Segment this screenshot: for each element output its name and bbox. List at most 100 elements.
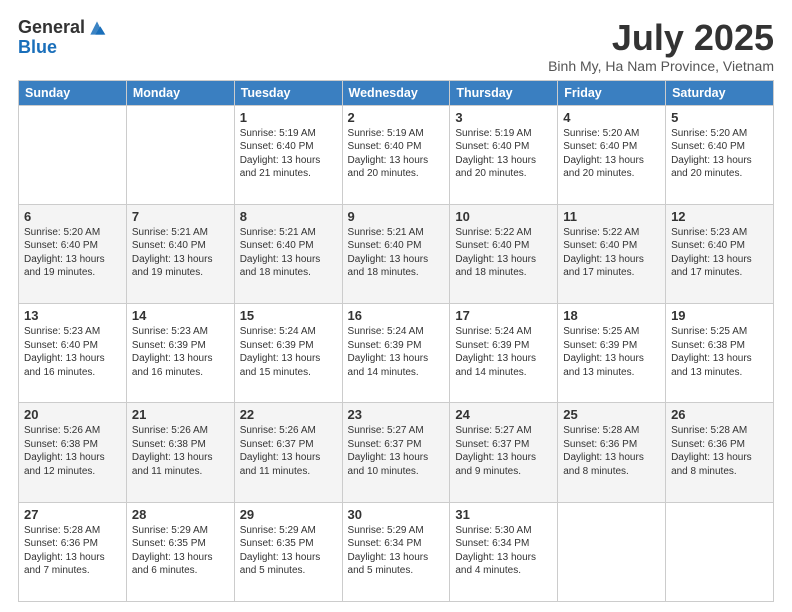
calendar-day-cell: 1 Sunrise: 5:19 AM Sunset: 6:40 PM Daylig… xyxy=(234,105,342,204)
weekday-header-cell: Thursday xyxy=(450,80,558,105)
day-number: 8 xyxy=(240,209,337,224)
day-number: 15 xyxy=(240,308,337,323)
day-info: Sunrise: 5:23 AM Sunset: 6:39 PM Dayligh… xyxy=(132,325,229,379)
day-number: 11 xyxy=(563,209,660,224)
day-number: 7 xyxy=(132,209,229,224)
day-info: Sunrise: 5:20 AM Sunset: 6:40 PM Dayligh… xyxy=(24,226,121,280)
day-info: Sunrise: 5:26 AM Sunset: 6:38 PM Dayligh… xyxy=(132,424,229,478)
weekday-header-cell: Sunday xyxy=(19,80,127,105)
calendar-day-cell xyxy=(19,105,127,204)
day-number: 24 xyxy=(455,407,552,422)
day-number: 10 xyxy=(455,209,552,224)
day-info: Sunrise: 5:29 AM Sunset: 6:35 PM Dayligh… xyxy=(132,524,229,578)
day-number: 9 xyxy=(348,209,445,224)
day-number: 20 xyxy=(24,407,121,422)
logo: General Blue xyxy=(18,18,107,58)
day-info: Sunrise: 5:27 AM Sunset: 6:37 PM Dayligh… xyxy=(348,424,445,478)
calendar-day-cell: 20 Sunrise: 5:26 AM Sunset: 6:38 PM Dayli… xyxy=(19,403,127,502)
calendar-day-cell: 13 Sunrise: 5:23 AM Sunset: 6:40 PM Dayli… xyxy=(19,304,127,403)
calendar-day-cell: 4 Sunrise: 5:20 AM Sunset: 6:40 PM Daylig… xyxy=(558,105,666,204)
calendar-day-cell: 9 Sunrise: 5:21 AM Sunset: 6:40 PM Daylig… xyxy=(342,204,450,303)
day-info: Sunrise: 5:26 AM Sunset: 6:38 PM Dayligh… xyxy=(24,424,121,478)
calendar-day-cell: 30 Sunrise: 5:29 AM Sunset: 6:34 PM Dayli… xyxy=(342,502,450,601)
day-info: Sunrise: 5:19 AM Sunset: 6:40 PM Dayligh… xyxy=(240,127,337,181)
calendar-week-row: 1 Sunrise: 5:19 AM Sunset: 6:40 PM Daylig… xyxy=(19,105,774,204)
day-info: Sunrise: 5:25 AM Sunset: 6:38 PM Dayligh… xyxy=(671,325,768,379)
calendar-day-cell: 7 Sunrise: 5:21 AM Sunset: 6:40 PM Daylig… xyxy=(126,204,234,303)
weekday-header-cell: Friday xyxy=(558,80,666,105)
calendar-week-row: 20 Sunrise: 5:26 AM Sunset: 6:38 PM Dayli… xyxy=(19,403,774,502)
calendar-day-cell xyxy=(666,502,774,601)
month-year: July 2025 xyxy=(548,18,774,58)
calendar-day-cell: 24 Sunrise: 5:27 AM Sunset: 6:37 PM Dayli… xyxy=(450,403,558,502)
weekday-header-cell: Monday xyxy=(126,80,234,105)
day-info: Sunrise: 5:29 AM Sunset: 6:34 PM Dayligh… xyxy=(348,524,445,578)
day-info: Sunrise: 5:21 AM Sunset: 6:40 PM Dayligh… xyxy=(240,226,337,280)
calendar-day-cell: 25Sunrise: 5:28 AM Sunset: 6:36 PM Dayli… xyxy=(558,403,666,502)
day-number: 1 xyxy=(240,110,337,125)
calendar-day-cell: 14Sunrise: 5:23 AM Sunset: 6:39 PM Dayli… xyxy=(126,304,234,403)
calendar-day-cell: 6 Sunrise: 5:20 AM Sunset: 6:40 PM Daylig… xyxy=(19,204,127,303)
day-number: 16 xyxy=(348,308,445,323)
calendar-day-cell: 31 Sunrise: 5:30 AM Sunset: 6:34 PM Dayli… xyxy=(450,502,558,601)
calendar-day-cell: 5Sunrise: 5:20 AM Sunset: 6:40 PM Daylig… xyxy=(666,105,774,204)
weekday-header-cell: Tuesday xyxy=(234,80,342,105)
day-info: Sunrise: 5:21 AM Sunset: 6:40 PM Dayligh… xyxy=(132,226,229,280)
day-number: 2 xyxy=(348,110,445,125)
calendar-day-cell: 21Sunrise: 5:26 AM Sunset: 6:38 PM Dayli… xyxy=(126,403,234,502)
calendar-day-cell: 11 Sunrise: 5:22 AM Sunset: 6:40 PM Dayli… xyxy=(558,204,666,303)
calendar-day-cell: 10Sunrise: 5:22 AM Sunset: 6:40 PM Dayli… xyxy=(450,204,558,303)
calendar-day-cell: 17Sunrise: 5:24 AM Sunset: 6:39 PM Dayli… xyxy=(450,304,558,403)
day-number: 31 xyxy=(455,507,552,522)
calendar-day-cell: 22Sunrise: 5:26 AM Sunset: 6:37 PM Dayli… xyxy=(234,403,342,502)
calendar-day-cell: 19Sunrise: 5:25 AM Sunset: 6:38 PM Dayli… xyxy=(666,304,774,403)
logo-general: General xyxy=(18,18,85,38)
day-info: Sunrise: 5:23 AM Sunset: 6:40 PM Dayligh… xyxy=(671,226,768,280)
calendar-day-cell: 8 Sunrise: 5:21 AM Sunset: 6:40 PM Daylig… xyxy=(234,204,342,303)
calendar-day-cell xyxy=(126,105,234,204)
day-number: 3 xyxy=(455,110,552,125)
day-number: 12 xyxy=(671,209,768,224)
calendar-week-row: 27Sunrise: 5:28 AM Sunset: 6:36 PM Dayli… xyxy=(19,502,774,601)
day-info: Sunrise: 5:28 AM Sunset: 6:36 PM Dayligh… xyxy=(563,424,660,478)
calendar-week-row: 6 Sunrise: 5:20 AM Sunset: 6:40 PM Daylig… xyxy=(19,204,774,303)
calendar-day-cell: 29 Sunrise: 5:29 AM Sunset: 6:35 PM Dayli… xyxy=(234,502,342,601)
day-number: 23 xyxy=(348,407,445,422)
calendar-day-cell: 23 Sunrise: 5:27 AM Sunset: 6:37 PM Dayli… xyxy=(342,403,450,502)
day-number: 29 xyxy=(240,507,337,522)
day-info: Sunrise: 5:29 AM Sunset: 6:35 PM Dayligh… xyxy=(240,524,337,578)
day-number: 4 xyxy=(563,110,660,125)
day-info: Sunrise: 5:20 AM Sunset: 6:40 PM Dayligh… xyxy=(671,127,768,181)
day-info: Sunrise: 5:20 AM Sunset: 6:40 PM Dayligh… xyxy=(563,127,660,181)
day-info: Sunrise: 5:26 AM Sunset: 6:37 PM Dayligh… xyxy=(240,424,337,478)
day-number: 18 xyxy=(563,308,660,323)
calendar-day-cell: 3Sunrise: 5:19 AM Sunset: 6:40 PM Daylig… xyxy=(450,105,558,204)
day-info: Sunrise: 5:19 AM Sunset: 6:40 PM Dayligh… xyxy=(348,127,445,181)
calendar-day-cell: 12 Sunrise: 5:23 AM Sunset: 6:40 PM Dayli… xyxy=(666,204,774,303)
calendar-day-cell: 27Sunrise: 5:28 AM Sunset: 6:36 PM Dayli… xyxy=(19,502,127,601)
day-number: 13 xyxy=(24,308,121,323)
calendar-day-cell: 18 Sunrise: 5:25 AM Sunset: 6:39 PM Dayli… xyxy=(558,304,666,403)
day-info: Sunrise: 5:23 AM Sunset: 6:40 PM Dayligh… xyxy=(24,325,121,379)
day-number: 6 xyxy=(24,209,121,224)
day-info: Sunrise: 5:25 AM Sunset: 6:39 PM Dayligh… xyxy=(563,325,660,379)
day-number: 30 xyxy=(348,507,445,522)
calendar-day-cell: 26Sunrise: 5:28 AM Sunset: 6:36 PM Dayli… xyxy=(666,403,774,502)
title-block: July 2025 Binh My, Ha Nam Province, Viet… xyxy=(548,18,774,74)
weekday-header-row: SundayMondayTuesdayWednesdayThursdayFrid… xyxy=(19,80,774,105)
logo-blue: Blue xyxy=(18,37,57,57)
weekday-header-cell: Wednesday xyxy=(342,80,450,105)
calendar-day-cell xyxy=(558,502,666,601)
day-info: Sunrise: 5:24 AM Sunset: 6:39 PM Dayligh… xyxy=(348,325,445,379)
calendar-day-cell: 15 Sunrise: 5:24 AM Sunset: 6:39 PM Dayli… xyxy=(234,304,342,403)
day-info: Sunrise: 5:24 AM Sunset: 6:39 PM Dayligh… xyxy=(240,325,337,379)
calendar-table: SundayMondayTuesdayWednesdayThursdayFrid… xyxy=(18,80,774,602)
day-info: Sunrise: 5:27 AM Sunset: 6:37 PM Dayligh… xyxy=(455,424,552,478)
calendar-day-cell: 28 Sunrise: 5:29 AM Sunset: 6:35 PM Dayli… xyxy=(126,502,234,601)
header: General Blue July 2025 Binh My, Ha Nam P… xyxy=(18,18,774,74)
day-number: 28 xyxy=(132,507,229,522)
day-number: 26 xyxy=(671,407,768,422)
day-info: Sunrise: 5:30 AM Sunset: 6:34 PM Dayligh… xyxy=(455,524,552,578)
day-info: Sunrise: 5:21 AM Sunset: 6:40 PM Dayligh… xyxy=(348,226,445,280)
day-info: Sunrise: 5:22 AM Sunset: 6:40 PM Dayligh… xyxy=(563,226,660,280)
